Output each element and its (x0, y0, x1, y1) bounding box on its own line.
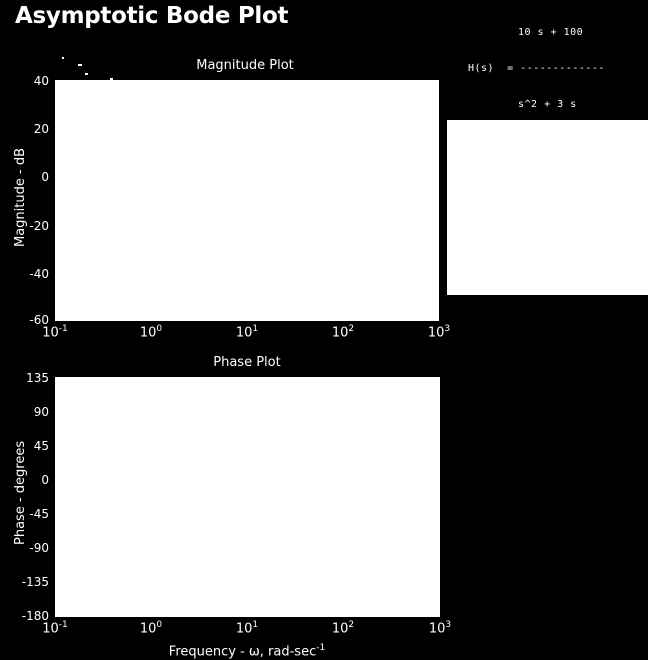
bode-plot-figure: Asymptotic Bode Plot 10 s + 100 H(s) = -… (0, 0, 648, 660)
phase-xtick-1e-1: 10-1 (42, 621, 68, 636)
magnitude-plot-axes[interactable] (55, 80, 439, 321)
phase-ytick-0: 0 (41, 473, 49, 487)
magnitude-xtick-mantissa: 10 (42, 325, 59, 341)
phase-axis-label: Phase - degrees (13, 440, 28, 545)
phase-xtick-1e0: 100 (140, 621, 162, 636)
clipped-plot-pixel (78, 64, 82, 66)
magnitude-ytick-20: 20 (33, 122, 49, 136)
phase-ytick-neg90: -90 (29, 541, 49, 555)
magnitude-xtick-1e0: 100 (140, 325, 162, 340)
transfer-function-numerator: 10 s + 100 (518, 27, 584, 38)
magnitude-xtick-exponent: 1 (252, 324, 259, 334)
clipped-plot-pixel (62, 57, 64, 59)
phase-ytick-135: 135 (26, 371, 49, 385)
magnitude-xtick-1e-1: 10-1 (42, 325, 68, 340)
frequency-axis-label-text: Frequency - ω, rad-sec (168, 644, 317, 660)
phase-xtick-mantissa: 10 (139, 621, 157, 637)
magnitude-plot-title: Magnitude Plot (196, 58, 294, 73)
phase-xtick-exponent: -1 (58, 620, 68, 630)
magnitude-xtick-mantissa: 10 (139, 325, 157, 341)
phase-xtick-exponent: 0 (156, 620, 163, 630)
transfer-function-lhs: H(s) = (468, 63, 514, 74)
magnitude-xtick-1e3: 103 (428, 325, 450, 340)
phase-ytick-90: 90 (33, 405, 49, 419)
phase-plot-axes[interactable] (55, 377, 440, 617)
magnitude-xtick-exponent: 0 (156, 324, 163, 334)
phase-xtick-mantissa: 10 (428, 621, 446, 637)
phase-xtick-1e2: 102 (332, 621, 354, 636)
magnitude-axis-label: Magnitude - dB (13, 148, 28, 247)
phase-ytick-45: 45 (33, 439, 49, 453)
transfer-function-equation-line: H(s) = ------------- (468, 63, 605, 75)
frequency-axis-label: Frequency - ω, rad-sec-1 (169, 641, 325, 659)
page-title: Asymptotic Bode Plot (15, 3, 289, 29)
transfer-function-display: 10 s + 100 H(s) = ------------- s^2 + 3 … (468, 3, 605, 135)
magnitude-xtick-exponent: -1 (58, 324, 68, 334)
phase-xtick-mantissa: 10 (331, 621, 349, 637)
magnitude-xtick-mantissa: 10 (235, 325, 253, 341)
phase-xtick-exponent: 3 (445, 620, 452, 630)
phase-ytick-neg135: -135 (21, 575, 49, 589)
phase-ytick-neg45: -45 (29, 507, 49, 521)
magnitude-ytick-40: 40 (33, 74, 49, 88)
magnitude-xtick-1e2: 102 (332, 325, 354, 340)
transfer-function-denominator: s^2 + 3 s (518, 99, 577, 110)
magnitude-ytick-neg20: -20 (29, 219, 49, 233)
phase-xtick-mantissa: 10 (42, 621, 59, 637)
magnitude-xtick-1e1: 101 (236, 325, 258, 340)
transfer-function-fraction-rule: ------------- (520, 63, 605, 74)
magnitude-ytick-neg40: -40 (29, 267, 49, 281)
clipped-plot-pixel (85, 73, 88, 75)
phase-xtick-exponent: 2 (348, 620, 355, 630)
phase-plot-title: Phase Plot (213, 355, 281, 370)
phase-xtick-mantissa: 10 (235, 621, 253, 637)
magnitude-ytick-0: 0 (41, 170, 49, 184)
frequency-axis-label-exponent: -1 (316, 643, 326, 653)
phase-xtick-exponent: 1 (252, 620, 259, 630)
magnitude-xtick-exponent: 2 (348, 324, 355, 334)
magnitude-xtick-exponent: 3 (444, 324, 451, 334)
phase-xtick-1e3: 103 (429, 621, 451, 636)
magnitude-xtick-mantissa: 10 (427, 325, 445, 341)
side-panel[interactable] (447, 120, 648, 295)
phase-xtick-1e1: 101 (236, 621, 258, 636)
magnitude-xtick-mantissa: 10 (331, 325, 349, 341)
